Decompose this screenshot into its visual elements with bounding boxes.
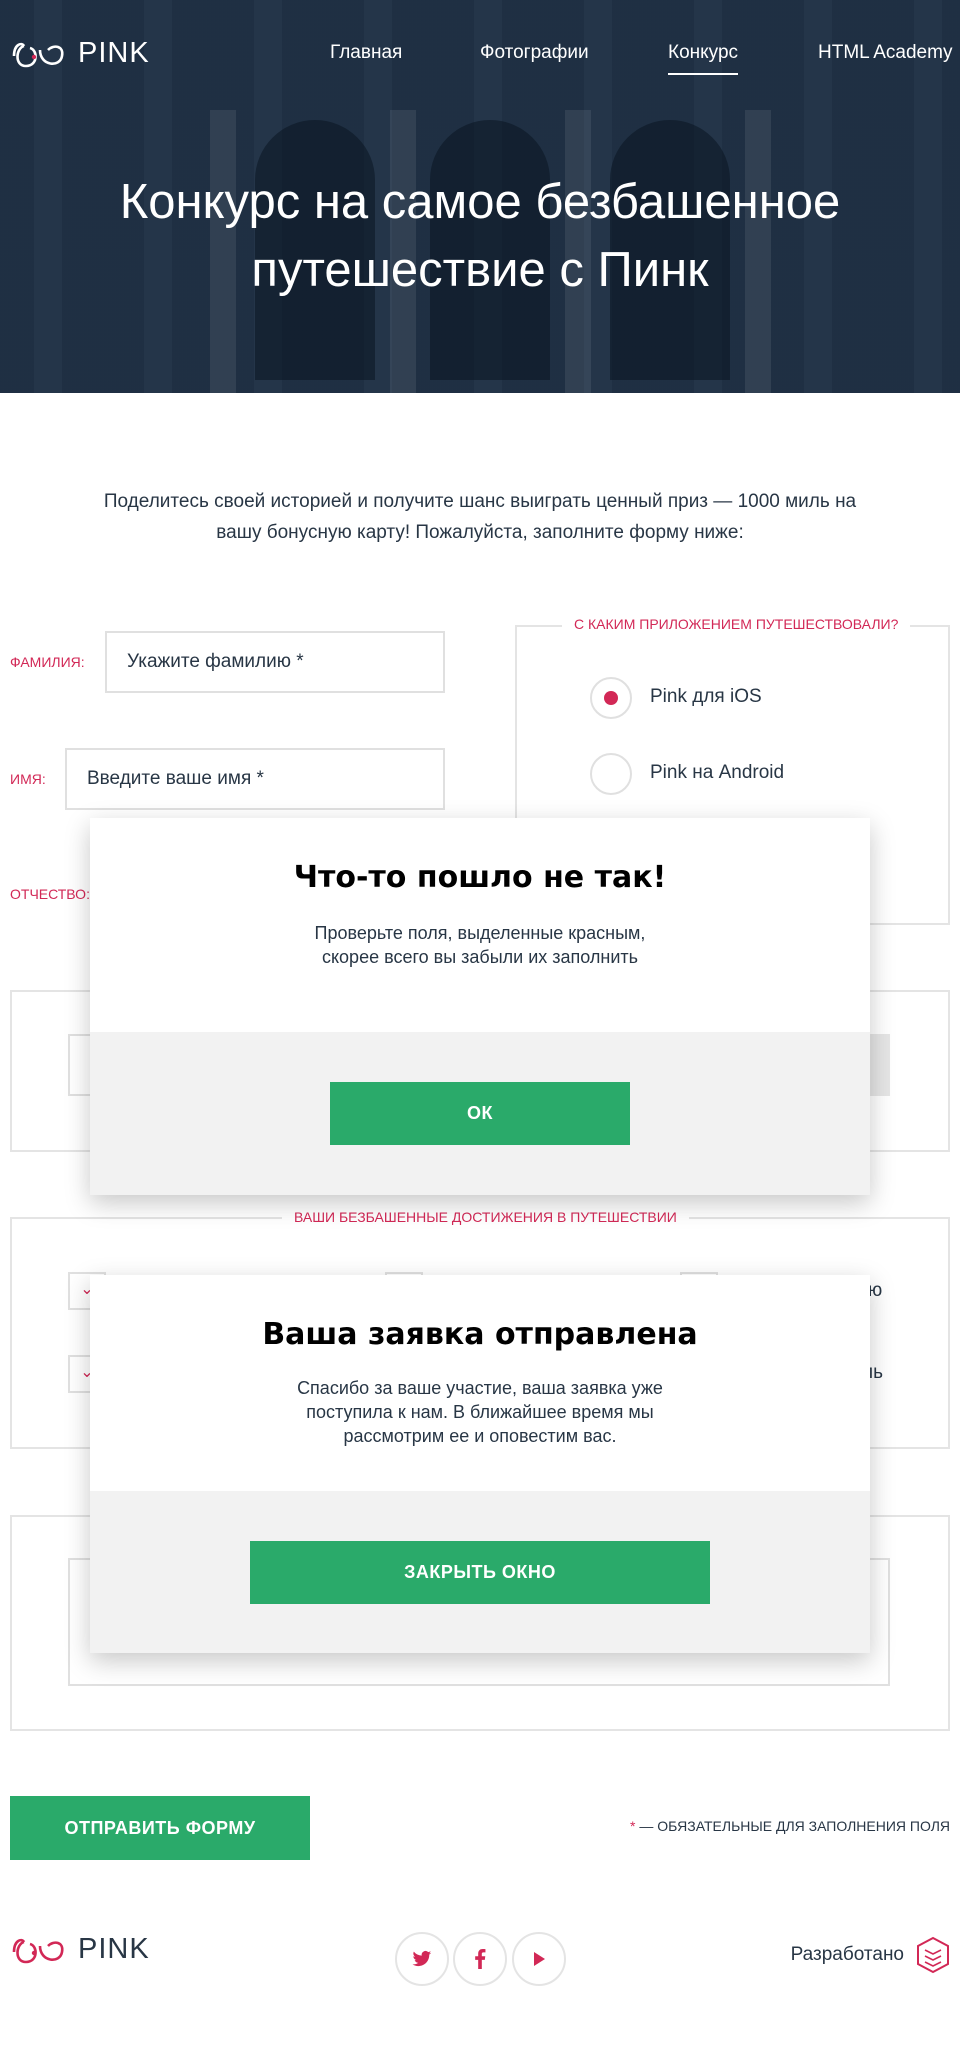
error-modal-body: Что-то пошло не так! Проверьте поля, выд… xyxy=(90,818,870,1032)
name-input[interactable]: Введите ваше имя * xyxy=(65,748,445,810)
close-window-button[interactable]: Закрыть окно xyxy=(250,1541,710,1604)
error-modal-text-2: скорее всего вы забыли их заполнить xyxy=(321,947,639,967)
error-modal-title: Что-то пошло не так! xyxy=(293,860,667,895)
error-modal-footer: ОК xyxy=(90,1032,870,1195)
error-modal: Что-то пошло не так! Проверьте поля, выд… xyxy=(90,818,870,1195)
submit-form-button[interactable]: Отправить форму xyxy=(10,1796,310,1860)
required-note: * — обязательные для заполнения поля xyxy=(630,1818,950,1834)
nav-contest[interactable]: Конкурс xyxy=(668,42,739,75)
success-modal-footer: Закрыть окно xyxy=(90,1491,870,1653)
surname-label: Фамилия: xyxy=(10,654,85,670)
nav-home[interactable]: Главная xyxy=(330,42,402,64)
success-modal-title: Ваша заявка отправлена xyxy=(262,1317,698,1352)
developer-credit: Разработано xyxy=(790,1944,904,1965)
radio-ios[interactable] xyxy=(590,677,632,719)
main-nav: Главная Фотографии Конкурс HTML Academy xyxy=(0,42,960,82)
page-title: Конкурс на самое безбашенное путешествие… xyxy=(0,168,960,304)
brand-name: PINK xyxy=(78,1932,150,1965)
achievements-legend: Ваши безбашенные достижения в путешестви… xyxy=(282,1209,689,1225)
radio-android[interactable] xyxy=(590,753,632,795)
radio-android-label[interactable]: Pink на Android xyxy=(650,762,784,784)
achievement-label-partial: ю xyxy=(868,1280,883,1301)
success-modal-text-3: рассмотрим ее и оповестим вас. xyxy=(343,1426,617,1446)
success-modal: Ваша заявка отправлена Спасибо за ваше у… xyxy=(90,1275,870,1653)
required-note-text: — обязательные для заполнения поля xyxy=(635,1818,950,1834)
name-label: Имя: xyxy=(10,771,46,787)
nav-html-academy[interactable]: HTML Academy xyxy=(818,42,952,64)
success-modal-body: Ваша заявка отправлена Спасибо за ваше у… xyxy=(90,1275,870,1491)
facebook-icon[interactable] xyxy=(453,1932,507,1986)
page-title-line-2: путешествие с Пинк xyxy=(251,243,709,297)
youtube-icon[interactable] xyxy=(512,1932,566,1986)
page-title-line-1: Конкурс на самое безбашенное xyxy=(119,175,841,229)
intro-text: Поделитесь своей историей и получите шан… xyxy=(103,491,857,543)
footer-logo[interactable]: PINK xyxy=(10,1932,150,1966)
success-modal-text-2: поступила к нам. В ближайшее время мы xyxy=(306,1402,654,1422)
radio-ios-label[interactable]: Pink для iOS xyxy=(650,686,762,708)
page-header: PINK Главная Фотографии Конкурс HTML Aca… xyxy=(0,0,960,393)
patronymic-label: Отчество: xyxy=(10,886,90,902)
html-academy-logo-icon[interactable] xyxy=(916,1936,950,1974)
app-legend: С каким приложением путешествовали? xyxy=(562,616,911,632)
glasses-logo-icon xyxy=(12,1938,64,1964)
nav-photos[interactable]: Фотографии xyxy=(480,42,589,64)
twitter-icon[interactable] xyxy=(395,1932,449,1986)
success-modal-text-1: Спасибо за ваше участие, ваша заявка уже xyxy=(297,1378,663,1398)
error-modal-text-1: Проверьте поля, выделенные красным, xyxy=(314,923,646,943)
error-ok-button[interactable]: ОК xyxy=(330,1082,630,1145)
surname-input[interactable]: Укажите фамилию * xyxy=(105,631,445,693)
